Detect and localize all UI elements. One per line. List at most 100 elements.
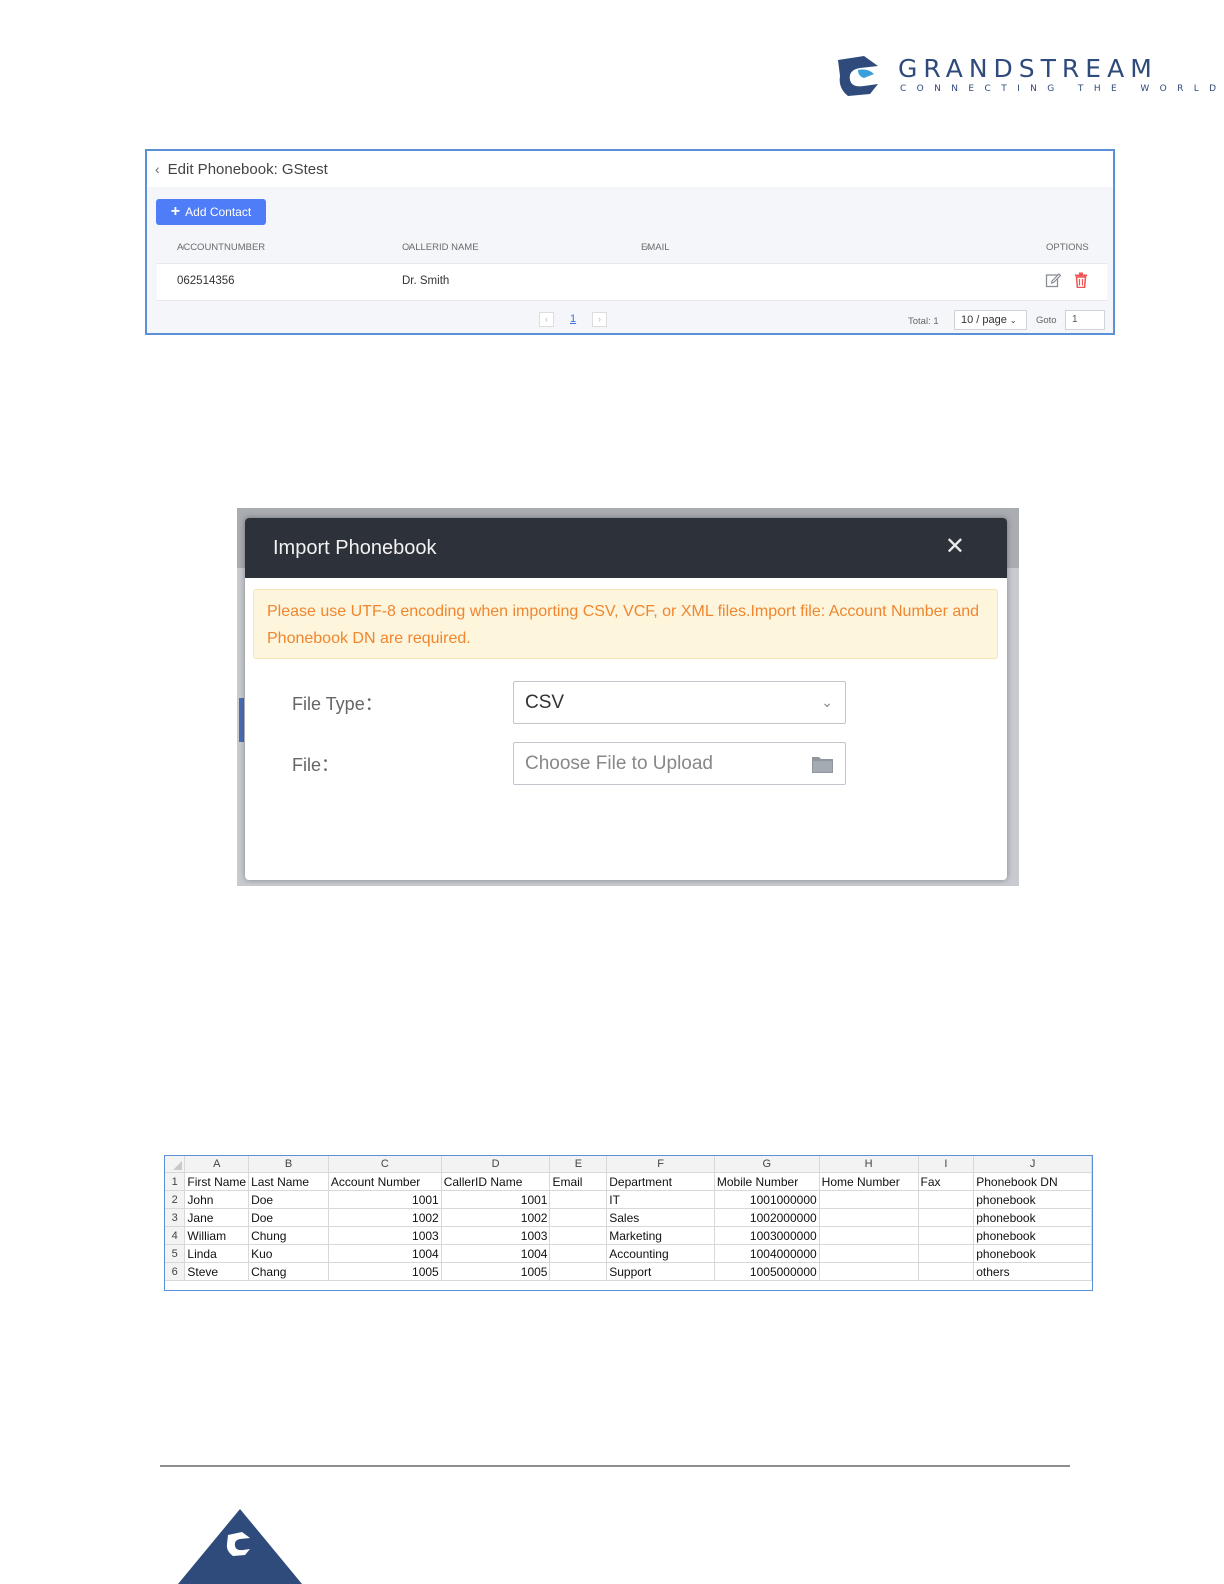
cell[interactable]: Marketing (606, 1226, 715, 1245)
cell[interactable] (549, 1190, 608, 1209)
column-letter[interactable]: B (248, 1156, 329, 1173)
cell[interactable]: Doe (248, 1208, 329, 1227)
header-cell[interactable]: Account Number (328, 1172, 442, 1191)
cell[interactable]: Chang (248, 1262, 329, 1281)
cell[interactable]: Support (606, 1262, 715, 1281)
cell[interactable] (819, 1208, 919, 1227)
cell[interactable]: 1005 (441, 1262, 551, 1281)
cell[interactable]: 1001 (441, 1190, 551, 1209)
column-letter[interactable]: A (184, 1156, 250, 1173)
cell[interactable]: 1004000000 (714, 1244, 820, 1263)
cell[interactable] (918, 1262, 975, 1281)
column-letter[interactable]: F (606, 1156, 715, 1173)
header-cell[interactable]: Fax (918, 1172, 975, 1191)
cell[interactable] (918, 1226, 975, 1245)
cell[interactable]: 1001 (328, 1190, 442, 1209)
header-cell[interactable]: Mobile Number (714, 1172, 820, 1191)
cell[interactable]: John (184, 1190, 250, 1209)
header-cell[interactable]: CallerID Name (441, 1172, 551, 1191)
cell[interactable] (549, 1208, 608, 1227)
cell[interactable]: phonebook (973, 1190, 1092, 1209)
cell[interactable]: IT (606, 1190, 715, 1209)
cell[interactable]: Linda (184, 1244, 250, 1263)
header-cell[interactable]: Last Name (248, 1172, 329, 1191)
cell[interactable] (819, 1262, 919, 1281)
file-upload-input[interactable]: Choose File to Upload (513, 742, 846, 785)
select-all-corner[interactable] (165, 1156, 186, 1173)
cell[interactable]: others (973, 1262, 1092, 1281)
cell[interactable] (549, 1226, 608, 1245)
row-number[interactable]: 2 (165, 1190, 186, 1209)
cell[interactable] (918, 1190, 975, 1209)
cell[interactable]: 1002000000 (714, 1208, 820, 1227)
file-upload-placeholder: Choose File to Upload (525, 752, 713, 774)
close-icon[interactable]: ✕ (945, 535, 965, 559)
file-label: File： (292, 755, 340, 775)
header-cell[interactable]: Email (549, 1172, 608, 1191)
row-number[interactable]: 6 (165, 1262, 186, 1281)
cell[interactable] (549, 1244, 608, 1263)
cell[interactable] (918, 1244, 975, 1263)
cell[interactable]: 1004 (328, 1244, 442, 1263)
column-options: OPTIONS (1046, 242, 1089, 253)
cell[interactable]: phonebook (973, 1208, 1092, 1227)
column-letter[interactable]: J (973, 1156, 1092, 1173)
cell[interactable]: 1005 (328, 1262, 442, 1281)
row-number[interactable]: 3 (165, 1208, 186, 1227)
header-cell[interactable]: First Name (184, 1172, 250, 1191)
cell[interactable]: 1003 (328, 1226, 442, 1245)
cell[interactable]: 1002 (328, 1208, 442, 1227)
cell[interactable]: Doe (248, 1190, 329, 1209)
column-letter[interactable]: C (328, 1156, 442, 1173)
cell[interactable] (549, 1262, 608, 1281)
chevron-left-icon[interactable]: ‹ (155, 161, 160, 177)
column-letter[interactable]: D (441, 1156, 551, 1173)
backdrop-page-fragment (239, 698, 244, 742)
cell[interactable]: 1003000000 (714, 1226, 820, 1245)
sort-icon[interactable]: ▲︎ (180, 242, 188, 251)
cell[interactable]: William (184, 1226, 250, 1245)
cell[interactable] (819, 1244, 919, 1263)
cell[interactable] (819, 1190, 919, 1209)
header-cell[interactable]: Home Number (819, 1172, 919, 1191)
cell[interactable]: Steve (184, 1262, 250, 1281)
next-page-button[interactable]: › (592, 312, 607, 327)
file-type-select[interactable]: CSV ⌄ (513, 681, 846, 724)
prev-page-button[interactable]: ‹ (539, 312, 554, 327)
sort-icon[interactable]: ▲︎ (644, 242, 652, 251)
folder-icon[interactable] (812, 755, 833, 773)
cell[interactable]: 1002 (441, 1208, 551, 1227)
cell[interactable]: Chung (248, 1226, 329, 1245)
goto-input[interactable]: 1 (1065, 310, 1105, 330)
trash-icon[interactable] (1074, 272, 1088, 288)
header-cell[interactable]: Phonebook DN (973, 1172, 1092, 1191)
cell[interactable] (819, 1226, 919, 1245)
cell[interactable]: Jane (184, 1208, 250, 1227)
cell[interactable]: 1001000000 (714, 1190, 820, 1209)
row-number[interactable]: 1 (165, 1172, 186, 1191)
page-size-select[interactable]: 10 / page ⌄ (954, 310, 1027, 330)
page-number[interactable]: 1 (570, 313, 576, 325)
column-letter[interactable]: G (714, 1156, 820, 1173)
pagination: ‹ 1 › Total: 1 10 / page ⌄ Goto 1 (147, 310, 1113, 330)
cell[interactable]: phonebook (973, 1226, 1092, 1245)
add-contact-button[interactable]: + Add Contact (156, 199, 266, 225)
column-letter[interactable]: E (549, 1156, 608, 1173)
edit-icon[interactable] (1045, 272, 1061, 288)
row-number[interactable]: 5 (165, 1244, 186, 1263)
cell[interactable]: Sales (606, 1208, 715, 1227)
cell[interactable]: 1004 (441, 1244, 551, 1263)
cell[interactable]: Accounting (606, 1244, 715, 1263)
header-cell[interactable]: Department (606, 1172, 715, 1191)
table-row: 062514356 Dr. Smith (157, 263, 1107, 301)
cell[interactable]: Kuo (248, 1244, 329, 1263)
cell[interactable]: 1005000000 (714, 1262, 820, 1281)
plus-icon: + (170, 203, 181, 220)
cell[interactable] (918, 1208, 975, 1227)
sort-icon[interactable]: ▲︎ (405, 242, 413, 251)
cell[interactable]: phonebook (973, 1244, 1092, 1263)
cell[interactable]: 1003 (441, 1226, 551, 1245)
row-number[interactable]: 4 (165, 1226, 186, 1245)
column-letter[interactable]: H (819, 1156, 919, 1173)
column-letter[interactable]: I (918, 1156, 975, 1173)
